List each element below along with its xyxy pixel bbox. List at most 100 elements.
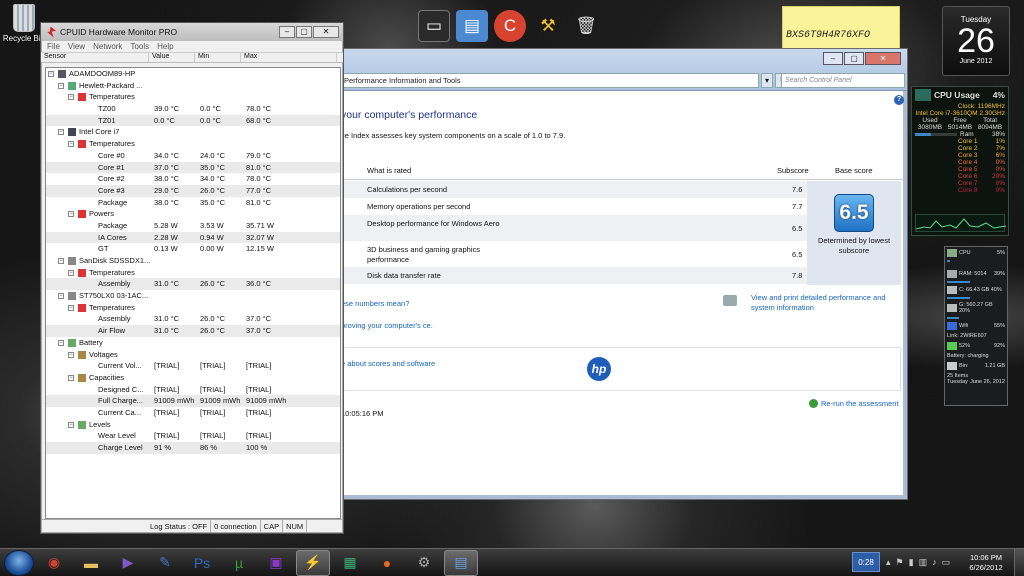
tree-row[interactable]: Core #3 29.0 °C 26.0 °C 77.0 °C (46, 184, 340, 197)
tree-row[interactable]: Assembly 31.0 °C 26.0 °C 37.0 °C (46, 313, 340, 325)
menu-help[interactable]: Help (157, 42, 173, 51)
tree-row[interactable]: − Intel Core i7 (46, 126, 340, 138)
menu-tools[interactable]: Tools (130, 42, 149, 51)
collapse-toggle[interactable]: − (68, 374, 74, 381)
taskbar-clock[interactable]: 10:06 PM 6/26/2012 (966, 553, 1006, 573)
tree-row[interactable]: Assembly 31.0 °C 26.0 °C 36.0 °C (46, 278, 340, 291)
tree-row[interactable]: − Powers (46, 208, 340, 220)
menu-view[interactable]: View (68, 42, 85, 51)
timer-badge[interactable]: 0:28 (852, 552, 880, 572)
tool-taskbar-icon[interactable]: ✎ (148, 550, 182, 576)
tree-row[interactable]: Package 5.28 W 3.53 W 35.71 W (46, 220, 340, 232)
collapse-toggle[interactable]: − (68, 141, 74, 148)
address-bar[interactable]: Performance Information and Tools (339, 73, 759, 88)
tree-row[interactable]: Core #1 37.0 °C 35.0 °C 81.0 °C (46, 161, 340, 174)
tree-row[interactable]: − Temperatures (46, 91, 340, 103)
tree-row[interactable]: IA Cores 2.28 W 0.94 W 32.07 W (46, 231, 340, 244)
tree-row[interactable]: Wear Level [TRIAL] [TRIAL] [TRIAL] (46, 430, 340, 442)
chrome-taskbar-icon[interactable]: ◉ (37, 550, 71, 576)
collapse-toggle[interactable]: − (68, 421, 74, 428)
perf-taskbar-icon[interactable]: ▤ (444, 549, 478, 576)
collapse-toggle[interactable]: − (68, 211, 74, 218)
collapse-toggle[interactable]: − (58, 258, 64, 264)
tree-row[interactable]: TZ00 39.0 °C 0.0 °C 78.0 °C (46, 103, 340, 115)
collapse-toggle[interactable]: − (48, 71, 54, 77)
network-icon[interactable]: ▥ (919, 557, 928, 568)
tree-row[interactable]: − Temperatures (46, 267, 340, 279)
chevron-down-icon[interactable]: ▾ (761, 73, 773, 88)
collapse-toggle[interactable]: − (68, 94, 74, 101)
collapse-toggle[interactable]: − (68, 304, 74, 311)
show-desktop-button[interactable] (1014, 549, 1024, 576)
close-button[interactable]: ✕ (313, 26, 339, 38)
tree-row[interactable]: Charge Level 91 % 86 % 100 % (46, 442, 340, 454)
tree-row[interactable]: − SanDisk SDSSDX1... (46, 255, 340, 267)
menu-file[interactable]: File (47, 42, 60, 51)
tree-row[interactable]: − ADAMDOOM89-HP (46, 68, 340, 80)
explorer-taskbar-icon[interactable]: ▬ (74, 550, 108, 576)
minimize-button[interactable]: – (823, 52, 843, 65)
hwmonitor-taskbar-icon[interactable]: ⚡ (296, 549, 330, 576)
rerun-link[interactable]: Re-run the assessment (821, 399, 899, 409)
numbers-link[interactable]: ese numbers mean? (341, 299, 409, 309)
collapse-toggle[interactable]: − (68, 351, 74, 358)
collapse-toggle[interactable]: − (58, 293, 64, 300)
tree-row[interactable]: TZ01 0.0 °C 0.0 °C 68.0 °C (46, 114, 340, 127)
display-icon[interactable]: ▭ (942, 557, 951, 568)
tree-row[interactable]: Full Charge... 91009 mWh 91009 mWh 91009 mW… (46, 395, 340, 407)
start-button[interactable] (4, 549, 34, 576)
sensor-tree[interactable]: − ADAMDOOM89-HP − Hewlett-Packard ... − Tempe… (45, 67, 341, 519)
trash-icon[interactable]: 🗑 (570, 10, 602, 42)
col-sensor[interactable]: Sensor (41, 53, 149, 62)
print-details-link[interactable]: View and print detailed performance and … (751, 293, 901, 313)
volume-icon[interactable]: ♪ (932, 557, 937, 568)
tree-row[interactable]: − Levels (46, 419, 340, 431)
collapse-toggle[interactable]: − (58, 339, 64, 346)
tree-row[interactable]: GT 0.13 W 0.00 W 12.15 W (46, 243, 340, 255)
flag-icon[interactable]: ⚑ (896, 557, 904, 568)
steam-taskbar-icon[interactable]: ⚙ (407, 550, 441, 576)
maximize-button[interactable]: ▢ (296, 26, 312, 38)
tree-row[interactable]: Designed C... [TRIAL] [TRIAL] [TRIAL] (46, 384, 340, 396)
tree-row[interactable]: Current Vol... [TRIAL] [TRIAL] [TRIAL] (46, 360, 340, 372)
tree-row[interactable]: − Voltages (46, 349, 340, 361)
tree-row[interactable]: − Capacities (46, 372, 340, 384)
maximize-button[interactable]: ▢ (844, 52, 864, 65)
media-taskbar-icon[interactable]: ▶ (111, 550, 145, 576)
tree-row[interactable]: Core #0 34.0 °C 24.0 °C 79.0 °C (46, 150, 340, 162)
origin-taskbar-icon[interactable]: ● (370, 550, 404, 576)
app-taskbar-icon[interactable]: ▦ (333, 550, 367, 576)
col-max[interactable]: Max (241, 53, 337, 62)
collapse-toggle[interactable]: − (58, 129, 64, 136)
tree-row[interactable]: − Temperatures (46, 138, 340, 150)
tree-row[interactable]: − Temperatures (46, 302, 340, 314)
collapse-toggle[interactable]: − (58, 82, 64, 89)
tree-row[interactable]: Package 38.0 °C 35.0 °C 81.0 °C (46, 197, 340, 209)
col-min[interactable]: Min (195, 53, 241, 62)
laptop-icon[interactable]: ▭ (418, 10, 450, 42)
tools-icon[interactable]: ⚒ (532, 10, 564, 42)
menu-network[interactable]: Network (93, 42, 122, 51)
battery-icon[interactable]: ▮ (909, 557, 914, 568)
help-icon[interactable]: ? (894, 95, 904, 105)
search-input[interactable]: Search Control Panel (781, 73, 905, 88)
cpuid-taskbar-icon[interactable]: ▣ (259, 550, 293, 576)
utorrent-taskbar-icon[interactable]: µ (222, 550, 256, 576)
ccleaner-icon[interactable]: C (494, 10, 526, 42)
chevron-up-icon[interactable]: ▴ (886, 557, 891, 568)
collapse-toggle[interactable]: − (68, 269, 74, 276)
window-titlebar[interactable]: CPUID Hardware Monitor PRO – ▢ ✕ (41, 23, 343, 41)
col-value[interactable]: Value (149, 53, 195, 62)
scores-software-link[interactable]: e about scores and software (341, 359, 435, 369)
tree-row[interactable]: − ST750LX0 03-1AC... (46, 290, 340, 302)
photoshop-taskbar-icon[interactable]: Ps (185, 550, 219, 576)
tree-row[interactable]: Current Ca... [TRIAL] [TRIAL] [TRIAL] (46, 407, 340, 419)
tree-row[interactable]: Air Flow 31.0 °C 26.0 °C 37.0 °C (46, 325, 340, 337)
tree-row[interactable]: Core #2 38.0 °C 34.0 °C 78.0 °C (46, 173, 340, 185)
improve-link[interactable]: proving your computer's ce. (341, 321, 441, 331)
tree-row[interactable]: − Hewlett-Packard ... (46, 80, 340, 92)
minimize-button[interactable]: – (279, 26, 295, 38)
control-panel-icon[interactable]: ▤ (456, 10, 488, 42)
tree-row[interactable]: − Battery (46, 337, 340, 349)
close-button[interactable]: ✕ (865, 52, 901, 65)
